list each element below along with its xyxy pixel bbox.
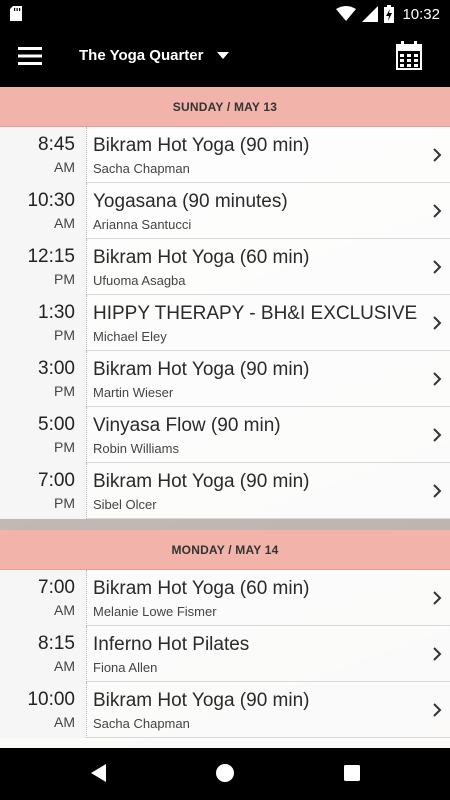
time-column: 3:00 PM: [0, 351, 87, 407]
class-ampm: PM: [54, 439, 75, 455]
class-row-partial[interactable]: [0, 738, 450, 748]
chevron-right-icon: [433, 647, 442, 661]
class-instructor: Melanie Lowe Fismer: [93, 604, 217, 619]
class-time: 12:15: [27, 246, 75, 267]
day-header-monday: MONDAY / MAY 14: [0, 530, 450, 570]
calendar-icon[interactable]: [396, 41, 422, 71]
class-name: Inferno Hot Pilates: [93, 634, 250, 655]
time-column: 12:15 PM: [0, 239, 87, 295]
class-time: 10:30: [27, 190, 75, 211]
class-row[interactable]: 7:00 PM Bikram Hot Yoga (90 min) Sibel O…: [0, 463, 450, 519]
chevron-right-icon: [433, 204, 442, 218]
chevron-right-icon: [433, 372, 442, 386]
class-row[interactable]: 10:30 AM Yogasana (90 minutes) Arianna S…: [0, 183, 450, 239]
app-title: The Yoga Quarter: [79, 47, 204, 64]
time-column: 7:00 AM: [0, 570, 87, 626]
class-instructor: Arianna Santucci: [93, 217, 192, 232]
dropdown-caret-icon: [217, 52, 230, 59]
day-header-label: SUNDAY / MAY 13: [172, 99, 278, 114]
class-ampm: AM: [54, 602, 75, 618]
chevron-right-icon: [433, 260, 442, 274]
class-row[interactable]: 7:00 AM Bikram Hot Yoga (60 min) Melanie…: [0, 570, 450, 626]
class-name: Yogasana (90 minutes): [93, 191, 288, 212]
day-header-label: MONDAY / MAY 14: [171, 542, 279, 557]
chevron-right-icon: [433, 484, 442, 498]
class-row[interactable]: 12:15 PM Bikram Hot Yoga (60 min) Ufuoma…: [0, 239, 450, 295]
chevron-right-icon: [433, 316, 442, 330]
back-icon[interactable]: [88, 762, 108, 784]
chevron-right-icon: [433, 591, 442, 605]
class-ampm: AM: [54, 658, 75, 674]
class-name: Bikram Hot Yoga (90 min): [93, 690, 310, 711]
class-time: 8:15: [38, 633, 75, 654]
class-instructor: Ufuoma Asagba: [93, 273, 186, 288]
class-instructor: Sacha Chapman: [93, 716, 190, 731]
wifi-icon: [336, 6, 357, 21]
time-column: 7:00 PM: [0, 463, 87, 519]
class-name: Vinyasa Flow (90 min): [93, 415, 281, 436]
class-ampm: AM: [54, 714, 75, 730]
class-row[interactable]: 5:00 PM Vinyasa Flow (90 min) Robin Will…: [0, 407, 450, 463]
class-time: 7:00: [38, 470, 75, 491]
class-instructor: Martin Wieser: [93, 385, 174, 400]
time-column: 10:30 AM: [0, 183, 87, 239]
time-column: 1:30 PM: [0, 295, 87, 351]
class-row[interactable]: 8:45 AM Bikram Hot Yoga (90 min) Sacha C…: [0, 127, 450, 183]
class-time: 10:00: [27, 689, 75, 710]
chevron-right-icon: [433, 428, 442, 442]
recents-icon[interactable]: [342, 762, 362, 784]
schedule-list[interactable]: SUNDAY / MAY 13 8:45 AM Bikram Hot Yoga …: [0, 87, 450, 748]
time-column: 8:15 AM: [0, 626, 87, 682]
class-ampm: PM: [54, 327, 75, 343]
day-separator: [0, 519, 450, 530]
time-column: 8:45 AM: [0, 127, 87, 183]
class-time: 1:30: [38, 302, 75, 323]
class-row[interactable]: 1:30 PM HIPPY THERAPY - BH&I EXCLUSIVE M…: [0, 295, 450, 351]
status-clock: 10:32: [402, 5, 440, 23]
class-ampm: PM: [54, 383, 75, 399]
class-name: Bikram Hot Yoga (90 min): [93, 471, 310, 492]
app-bar: The Yoga Quarter: [0, 28, 450, 87]
time-column: 5:00 PM: [0, 407, 87, 463]
class-name: HIPPY THERAPY - BH&I EXCLUSIVE: [93, 303, 418, 324]
class-time: 5:00: [38, 414, 75, 435]
class-row[interactable]: 8:15 AM Inferno Hot Pilates Fiona Allen: [0, 626, 450, 682]
chevron-right-icon: [433, 148, 442, 162]
class-instructor: Sibel Olcer: [93, 497, 157, 512]
day-header-sunday: SUNDAY / MAY 13: [0, 87, 450, 127]
class-time: 3:00: [38, 358, 75, 379]
class-instructor: Fiona Allen: [93, 660, 158, 675]
class-time: 8:45: [38, 134, 75, 155]
class-instructor: Michael Eley: [93, 329, 167, 344]
class-time: 7:00: [38, 577, 75, 598]
class-instructor: Sacha Chapman: [93, 161, 190, 176]
battery-charging-icon: [384, 5, 395, 23]
home-icon[interactable]: [215, 762, 235, 784]
class-ampm: PM: [54, 271, 75, 287]
signal-icon: [362, 6, 379, 22]
time-column: 10:00 AM: [0, 682, 87, 738]
class-name: Bikram Hot Yoga (90 min): [93, 135, 310, 156]
sd-card-icon: [10, 6, 22, 21]
class-ampm: AM: [54, 159, 75, 175]
status-bar: 10:32: [0, 0, 450, 28]
studio-selector[interactable]: The Yoga Quarter: [79, 47, 230, 64]
hamburger-menu-icon[interactable]: [16, 44, 44, 68]
class-ampm: AM: [54, 215, 75, 231]
system-nav-bar: [0, 748, 450, 800]
class-row[interactable]: 10:00 AM Bikram Hot Yoga (90 min) Sacha …: [0, 682, 450, 738]
class-name: Bikram Hot Yoga (60 min): [93, 247, 310, 268]
class-row[interactable]: 3:00 PM Bikram Hot Yoga (90 min) Martin …: [0, 351, 450, 407]
class-name: Bikram Hot Yoga (90 min): [93, 359, 310, 380]
class-name: Bikram Hot Yoga (60 min): [93, 578, 310, 599]
class-ampm: PM: [54, 495, 75, 511]
class-instructor: Robin Williams: [93, 441, 179, 456]
chevron-right-icon: [433, 703, 442, 717]
